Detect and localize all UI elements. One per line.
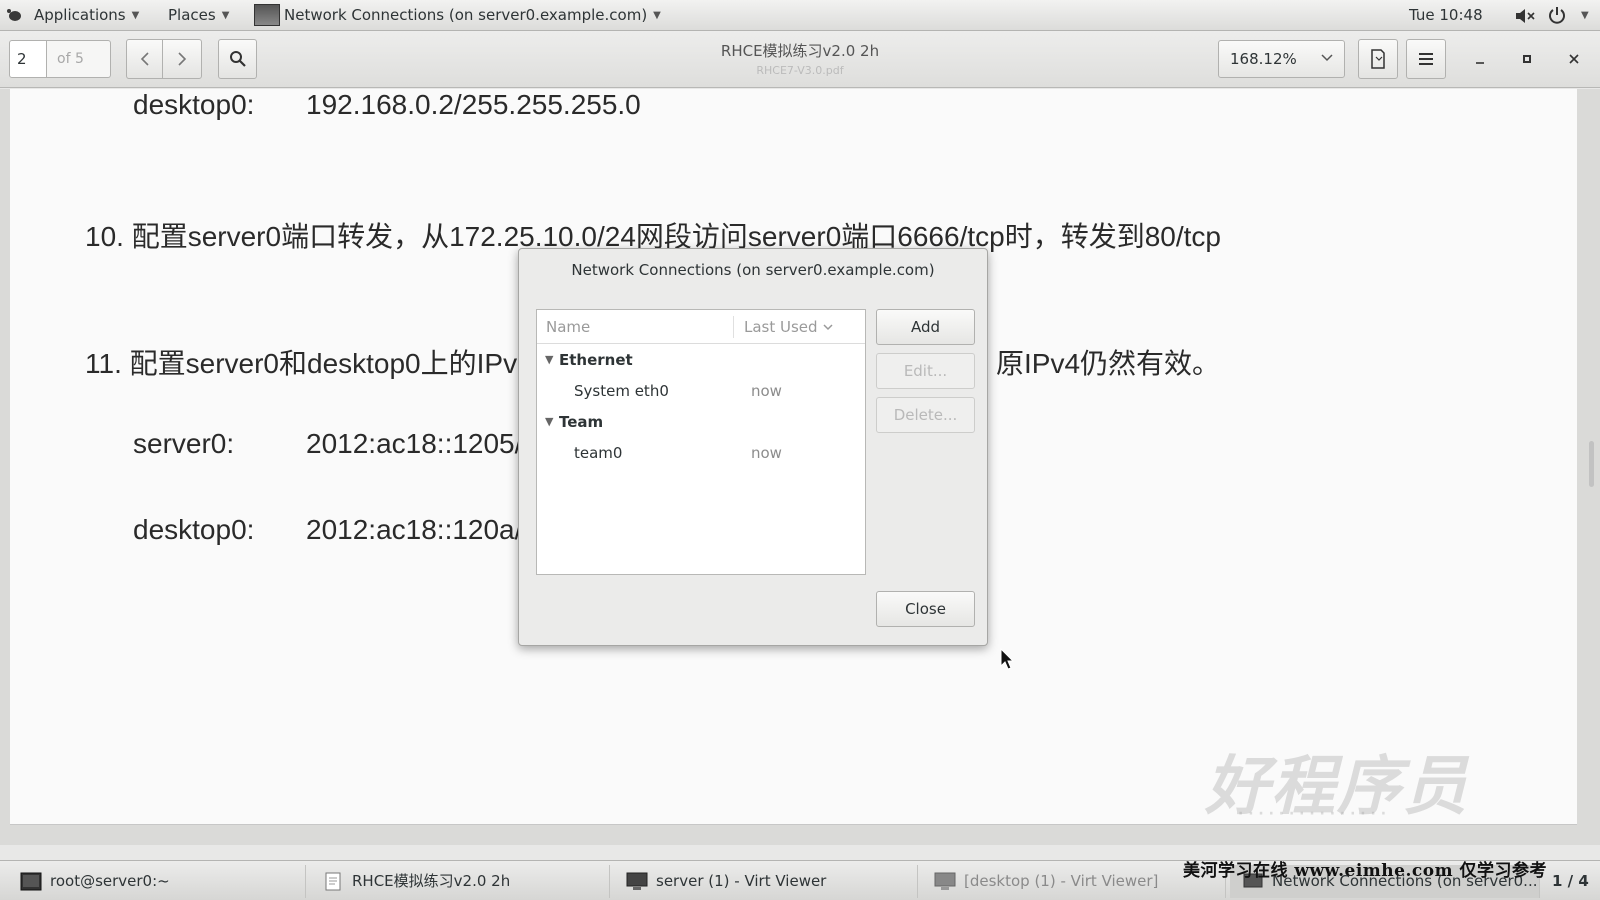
column-last-used-header[interactable]: Last Used [744, 318, 834, 336]
watermark-subtitle: · · · · · · · · · · · · · · · [1238, 806, 1387, 822]
bookmark-button[interactable] [1358, 39, 1398, 79]
task-item-11-start: 11. 配置server0和desktop0上的IPv [85, 348, 518, 379]
gnome-foot-icon [7, 9, 21, 21]
document-viewer-icon [325, 872, 341, 891]
chevron-down-icon: ▼ [221, 10, 230, 21]
document-title: RHCE模拟练习v2.0 2h [720, 42, 880, 60]
close-button[interactable]: Close [876, 591, 975, 627]
group-label: Team [559, 413, 604, 431]
applications-label: Applications [34, 6, 126, 24]
document-filename: RHCE7-V3.0.pdf [756, 64, 844, 77]
mouse-pointer-icon [1000, 648, 1014, 670]
window-menu-label: Network Connections (on server0.example.… [284, 6, 648, 24]
chevron-down-icon: ▼ [131, 10, 140, 21]
document-bookmark-icon [1371, 49, 1385, 69]
viewer-toolbar: 2 of 5 RHCE模拟练习v2.0 2h RHCE7-V3.0.pdf 16… [0, 31, 1600, 88]
volume-muted-icon[interactable] [1514, 8, 1536, 24]
add-button[interactable]: Add [876, 309, 975, 345]
group-label: Ethernet [559, 351, 633, 369]
places-label: Places [168, 6, 216, 24]
page-number-input[interactable]: 2 [9, 40, 47, 78]
close-window-button[interactable] [1554, 39, 1594, 79]
desktop-ipv6-address: 2012:ac18::120a/ [306, 514, 523, 545]
chevron-down-icon: ▼ [653, 10, 661, 21]
edit-button[interactable]: Edit... [876, 353, 975, 389]
connection-last-used: now [751, 444, 782, 462]
monitor-icon [626, 872, 648, 890]
chevron-right-icon [178, 52, 187, 66]
server-host-label: server0: [133, 428, 235, 459]
chevron-down-icon [1321, 54, 1333, 62]
system-menu-chevron-icon[interactable]: ▼ [1581, 0, 1589, 31]
gnome-top-bar: Applications ▼ Places ▼ Network Connection… [0, 0, 1600, 31]
task-label: server (1) - Virt Viewer [656, 872, 827, 890]
task-label: root@server0:~ [50, 872, 170, 890]
chevron-left-icon [140, 52, 149, 66]
network-connections-dialog: Network Connections (on server0.example.… [518, 248, 988, 646]
task-label: RHCE模拟练习v2.0 2h [352, 872, 511, 890]
group-row-ethernet[interactable]: ▼ Ethernet [537, 345, 865, 375]
next-page-button[interactable] [162, 39, 202, 79]
chevron-down-icon [823, 324, 833, 331]
site-watermark-note: 美河学习在线 www.eimhe.com 仅学习参考 [1183, 861, 1547, 881]
task-virt-viewer-server[interactable]: server (1) - Virt Viewer [614, 865, 918, 898]
task-terminal[interactable]: root@server0:~ [8, 865, 306, 898]
server-ipv6-address: 2012:ac18::1205/ [306, 428, 523, 459]
monitor-icon [934, 872, 956, 890]
task-document-viewer[interactable]: RHCE模拟练习v2.0 2h [310, 865, 610, 898]
connection-name: team0 [574, 444, 623, 462]
expander-icon[interactable]: ▼ [545, 415, 553, 428]
maximize-icon [1523, 55, 1531, 63]
host-label: desktop0: [133, 89, 255, 120]
menu-button[interactable] [1406, 39, 1446, 79]
desktop-host-label: desktop0: [133, 514, 255, 545]
column-last-used-label: Last Used [744, 318, 818, 336]
network-app-icon [254, 4, 280, 26]
host-address: 192.168.0.2/255.255.255.0 [306, 89, 641, 120]
list-header: Name Last Used [537, 310, 865, 344]
hamburger-menu-icon [1419, 53, 1433, 65]
connection-row-system-eth0[interactable]: System eth0 now [537, 376, 865, 406]
previous-page-button[interactable] [126, 39, 163, 79]
close-icon [1569, 54, 1579, 64]
zoom-value: 168.12% [1230, 50, 1297, 68]
workspace-indicator[interactable]: 1 / 4 [1552, 861, 1589, 900]
clock[interactable]: Tue 10:48 [1409, 0, 1483, 31]
connection-row-team0[interactable]: team0 now [537, 438, 865, 468]
dialog-title: Network Connections (on server0.example.… [571, 261, 935, 279]
column-name-header[interactable]: Name [546, 318, 590, 336]
search-icon [229, 51, 246, 67]
search-button[interactable] [218, 39, 257, 79]
column-separator [733, 316, 734, 338]
expander-icon[interactable]: ▼ [545, 353, 553, 366]
task-item-11-end: 原IPv4仍然有效。 [996, 348, 1221, 379]
task-virt-viewer-desktop[interactable]: [desktop (1) - Virt Viewer] [922, 865, 1226, 898]
scrollbar-indicator[interactable] [1589, 441, 1594, 487]
places-menu[interactable]: Places ▼ [168, 0, 229, 31]
connections-list[interactable]: Name Last Used ▼ Ethernet System eth0 no… [536, 309, 866, 575]
applications-menu[interactable]: Applications ▼ [34, 0, 139, 31]
connection-name: System eth0 [574, 382, 669, 400]
page-count-label: of 5 [47, 40, 111, 78]
minimize-button[interactable] [1460, 39, 1500, 79]
minimize-icon [1476, 62, 1484, 64]
power-icon[interactable] [1548, 6, 1566, 24]
clock-label: Tue 10:48 [1409, 6, 1483, 24]
connection-last-used: now [751, 382, 782, 400]
delete-button[interactable]: Delete... [876, 397, 975, 433]
group-row-team[interactable]: ▼ Team [537, 407, 865, 437]
task-label: [desktop (1) - Virt Viewer] [964, 872, 1159, 890]
zoom-select[interactable]: 168.12% [1218, 40, 1345, 78]
window-menu[interactable]: Network Connections (on server0.example.… [284, 0, 661, 31]
maximize-button[interactable] [1507, 39, 1547, 79]
terminal-icon [20, 872, 42, 891]
